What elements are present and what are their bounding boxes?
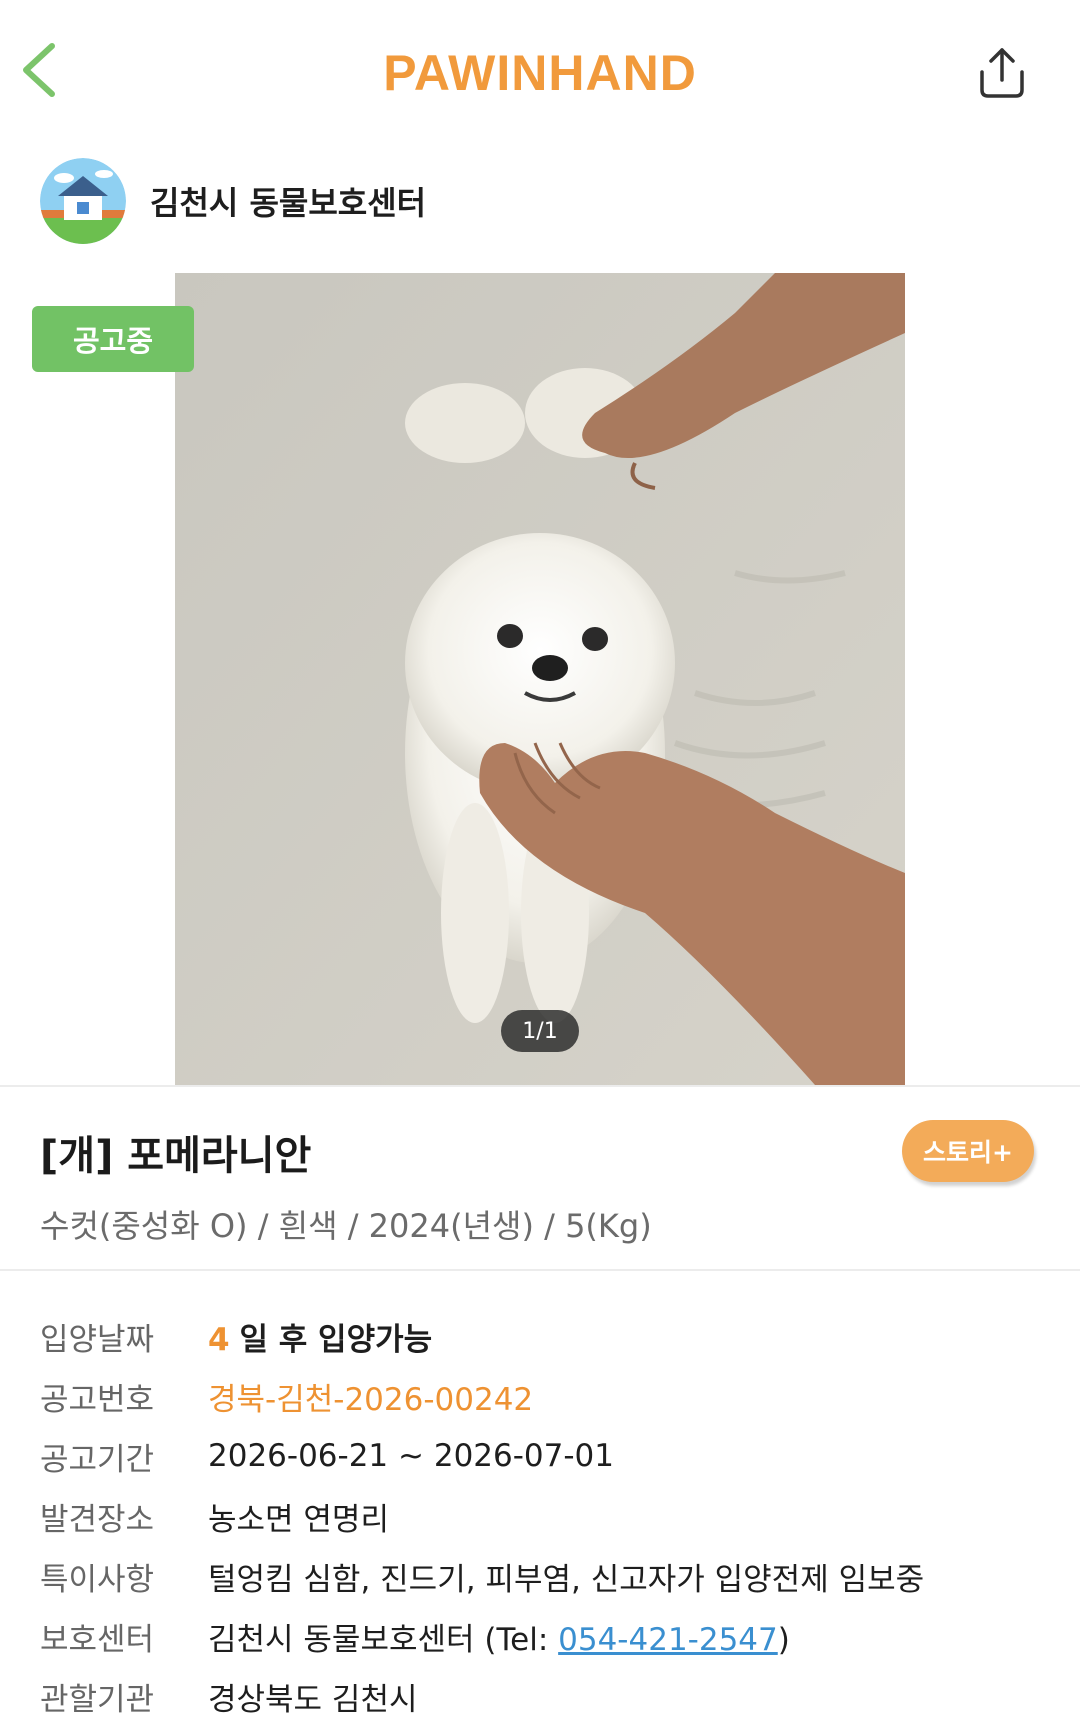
pet-title: [개] 포메라니안 [40,1133,312,1179]
dog-photo-image [175,273,905,1085]
shelter-header[interactable]: 김천시 동물보호센터 [40,158,426,244]
photo-counter: 1/1 [501,1010,579,1052]
pet-summary: 수컷(중성화 O) / 흰색 / 2024(년생) / 5(Kg) [40,1207,652,1245]
found-place: 농소면 연명리 [208,1501,389,1538]
divider [0,1085,1080,1087]
shelter-contact: 김천시 동물보호센터 (Tel: 054-421-2547) [208,1614,790,1659]
info-row-notice-number: 공고번호 경북-김천-2026-00242 [40,1366,1060,1426]
info-value: 4 일 후 입양가능 [208,1314,432,1359]
share-button[interactable] [976,46,1028,100]
shelter-name: 김천시 동물보호센터 [150,184,427,222]
info-label: 발견장소 [40,1501,155,1538]
authority: 경상북도 김천시 [208,1681,418,1718]
house-icon [40,158,126,244]
app-header: PAWINHAND [0,0,1080,140]
info-label: 입양날짜 [40,1321,155,1358]
info-list: 입양날짜 4 일 후 입양가능 공고번호 경북-김천-2026-00242 공고… [40,1306,1060,1723]
notice-period: 2026-06-21 ~ 2026-07-01 [208,1438,614,1474]
info-row-shelter: 보호센터 김천시 동물보호센터 (Tel: 054-421-2547) [40,1606,1060,1666]
info-label: 공고번호 [40,1381,155,1418]
phone-link[interactable]: 054-421-2547 [558,1622,778,1658]
info-label: 관할기관 [40,1681,155,1718]
info-row-notice-period: 공고기간 2026-06-21 ~ 2026-07-01 [40,1426,1060,1486]
info-row-adoption-date: 입양날짜 4 일 후 입양가능 [40,1306,1060,1366]
info-row-special-notes: 특이사항 털엉킴 심함, 진드기, 피부염, 신고자가 입양전제 임보중 [40,1546,1060,1606]
pet-photo[interactable] [175,273,905,1085]
info-label: 보호센터 [40,1621,155,1658]
pet-title-section: [개] 포메라니안 수컷(중성화 O) / 흰색 / 2024(년생) / 5(… [40,1123,1040,1247]
shelter-contact-close: ) [777,1621,790,1658]
status-badge: 공고중 [32,306,194,372]
shelter-contact-name: 김천시 동물보호센터 (Tel: [208,1621,559,1658]
adoption-days: 4 [208,1321,230,1358]
app-logo: PAWINHAND [383,45,697,101]
info-label: 특이사항 [40,1561,155,1598]
info-label: 공고기간 [40,1441,155,1478]
story-button[interactable]: 스토리+ [902,1120,1034,1182]
adoption-text: 일 후 입양가능 [239,1321,433,1358]
shelter-avatar [40,158,126,244]
divider [0,1269,1080,1271]
info-row-authority: 관할기관 경상북도 김천시 [40,1666,1060,1723]
special-notes: 털엉킴 심함, 진드기, 피부염, 신고자가 입양전제 임보중 [208,1561,925,1598]
info-row-found-place: 발견장소 농소면 연명리 [40,1486,1060,1546]
notice-number: 경북-김천-2026-00242 [208,1381,534,1418]
share-icon [980,48,1024,98]
